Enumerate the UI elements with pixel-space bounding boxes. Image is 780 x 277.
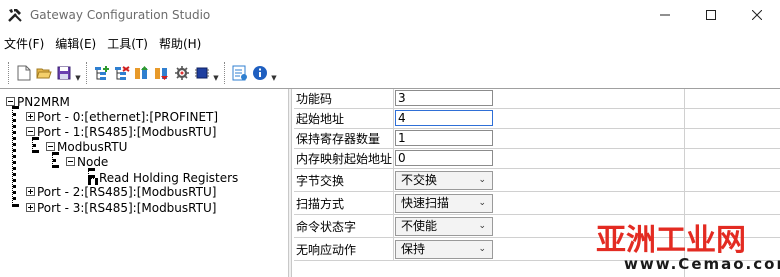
memory-map-address-field[interactable]: 0	[395, 150, 493, 166]
tree-line	[12, 106, 16, 207]
property-row: 功能码 3	[294, 89, 780, 109]
watermark-url: www.Cemao.com	[624, 255, 780, 273]
tree-node-item[interactable]: Node	[66, 154, 108, 169]
chevron-down-icon: ⌄	[478, 175, 486, 185]
tree-port-0-label: Port - 0:[ethernet]:[PROFINET]	[37, 109, 219, 124]
menu-tools[interactable]: 工具(T)	[103, 35, 155, 52]
property-row: 起始地址 4	[294, 109, 780, 129]
settings-icon[interactable]	[172, 62, 192, 84]
menu-file[interactable]: 文件(F)	[0, 35, 51, 52]
collapse-icon[interactable]	[66, 157, 75, 166]
tree-line	[52, 152, 56, 168]
no-response-action-value: 保持	[401, 242, 426, 256]
byte-swap-select[interactable]: 不交换 ⌄	[395, 171, 493, 190]
byte-swap-value: 不交换	[401, 173, 438, 187]
toolbar-separator	[86, 62, 88, 84]
property-row: 保持寄存器数量 1	[294, 129, 780, 149]
tree-port-1-label: Port - 1:[RS485]:[ModbusRTU]	[37, 124, 217, 139]
expand-icon[interactable]	[26, 112, 35, 121]
save-dropdown-icon[interactable]: ▼	[74, 62, 82, 84]
tree-port-2[interactable]: Port - 2:[RS485]:[ModbusRTU]	[26, 184, 216, 199]
pane-splitter[interactable]	[288, 89, 292, 277]
collapse-icon[interactable]	[6, 97, 15, 106]
property-label: 命令状态字	[296, 215, 394, 237]
tree-line	[88, 178, 98, 182]
minimize-icon[interactable]	[642, 0, 688, 30]
property-label: 字节交换	[296, 169, 394, 191]
open-folder-icon[interactable]	[34, 62, 54, 84]
close-icon[interactable]	[734, 0, 780, 30]
new-file-icon[interactable]	[14, 62, 34, 84]
register-count-field[interactable]: 1	[395, 130, 493, 146]
save-icon[interactable]	[54, 62, 74, 84]
expand-icon[interactable]	[26, 203, 35, 212]
tree-command[interactable]: Read Holding Registers	[99, 170, 238, 185]
chevron-down-icon: ⌄	[478, 221, 486, 231]
title-bar: Gateway Configuration Studio	[0, 0, 780, 30]
config-icon[interactable]	[230, 62, 250, 84]
tree-port-0[interactable]: Port - 0:[ethernet]:[PROFINET]	[26, 109, 218, 124]
tree-node-label: Node	[77, 154, 109, 169]
toolbar: ▼ ▼ ▼	[0, 58, 780, 88]
collapse-icon[interactable]	[46, 142, 55, 151]
maximize-icon[interactable]	[688, 0, 734, 30]
move-down-icon[interactable]	[152, 62, 172, 84]
property-label: 无响应动作	[296, 238, 394, 260]
expand-icon[interactable]	[26, 187, 35, 196]
chip-icon[interactable]	[192, 62, 212, 84]
tree-modbus-label: ModbusRTU	[57, 139, 128, 154]
watermark: 亚洲工业网 www.Cemao.com	[596, 215, 780, 277]
property-label: 起始地址	[296, 109, 394, 128]
tools-icon[interactable]	[4, 4, 26, 26]
menu-help[interactable]: 帮助(H)	[155, 35, 208, 52]
property-row: 内存映射起始地址 0	[294, 149, 780, 169]
property-label: 保持寄存器数量	[296, 129, 394, 148]
no-response-action-select[interactable]: 保持 ⌄	[395, 240, 493, 259]
function-code-field[interactable]: 3	[395, 90, 493, 106]
property-row: 扫描方式 快速扫描 ⌄	[294, 192, 780, 215]
tree-command-label: Read Holding Registers	[99, 170, 239, 185]
info-dropdown-icon[interactable]: ▼	[270, 62, 278, 84]
tree-port-3-label: Port - 3:[RS485]:[ModbusRTU]	[37, 200, 217, 215]
tree-line	[32, 137, 36, 153]
menu-edit[interactable]: 编辑(E)	[51, 35, 103, 52]
tree-port-2-label: Port - 2:[RS485]:[ModbusRTU]	[37, 184, 217, 199]
scan-mode-value: 快速扫描	[401, 196, 450, 210]
property-label: 功能码	[296, 89, 394, 108]
tree-modbus[interactable]: ModbusRTU	[46, 139, 127, 154]
property-label: 扫描方式	[296, 192, 394, 214]
toolbar-separator-2	[224, 62, 226, 84]
status-word-select[interactable]: 不使能 ⌄	[395, 217, 493, 236]
watermark-brand: 亚洲工业网	[596, 223, 746, 258]
collapse-icon[interactable]	[26, 127, 35, 136]
status-word-value: 不使能	[401, 219, 438, 233]
property-label: 内存映射起始地址	[296, 149, 394, 168]
chip-dropdown-icon[interactable]: ▼	[212, 62, 220, 84]
menu-bar: 文件(F) 编辑(E) 工具(T) 帮助(H)	[0, 32, 780, 54]
window-title: Gateway Configuration Studio	[30, 8, 211, 22]
chevron-down-icon: ⌄	[478, 244, 486, 254]
info-icon[interactable]	[250, 62, 270, 84]
start-address-field[interactable]: 4	[395, 110, 493, 126]
tree-port-3[interactable]: Port - 3:[RS485]:[ModbusRTU]	[26, 200, 216, 215]
move-up-icon[interactable]	[132, 62, 152, 84]
scan-mode-select[interactable]: 快速扫描 ⌄	[395, 194, 493, 213]
delete-node-icon[interactable]	[112, 62, 132, 84]
chevron-down-icon: ⌄	[478, 198, 486, 208]
toolbar-grip	[8, 62, 10, 84]
tree-root[interactable]: PN2MRM	[6, 94, 70, 109]
property-row: 字节交换 不交换 ⌄	[294, 169, 780, 192]
add-node-icon[interactable]	[92, 62, 112, 84]
project-tree: PN2MRM Port - 0:[ethernet]:[PROFINET] Po…	[0, 89, 288, 277]
tree-port-1[interactable]: Port - 1:[RS485]:[ModbusRTU]	[26, 124, 216, 139]
tree-line	[88, 168, 92, 178]
tree-root-label: PN2MRM	[17, 94, 70, 109]
